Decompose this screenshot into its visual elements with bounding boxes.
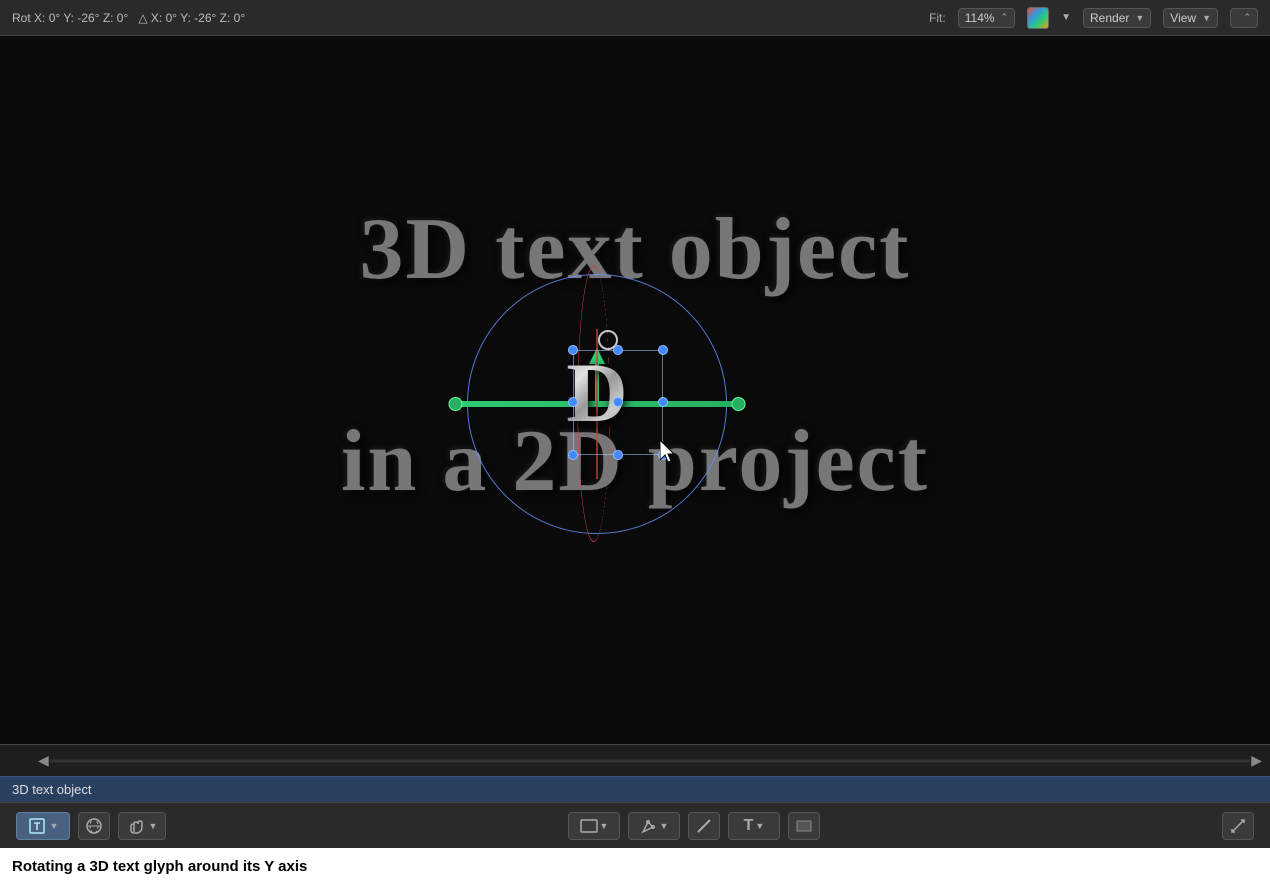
hand-tool-button[interactable]: ▼: [118, 812, 166, 840]
timeline-left-marker: ◀: [38, 752, 49, 769]
green-bar-left-handle[interactable]: [448, 397, 462, 411]
fit-chevron-icon: ⌃: [1001, 12, 1009, 23]
swatch-chevron-icon: ▼: [1061, 12, 1071, 23]
render-chevron-icon: ▼: [1135, 13, 1144, 23]
cursor: [660, 440, 680, 464]
fit-label: Fit:: [929, 11, 946, 25]
window-chevron-icon: ⌃: [1243, 12, 1251, 23]
caption: Rotating a 3D text glyph around its Y ax…: [0, 848, 1270, 884]
rotation-info: Rot X: 0° Y: -26° Z: 0° △ X: 0° Y: -26° …: [12, 11, 245, 25]
handle-top-mid[interactable]: [613, 345, 623, 355]
view-button[interactable]: View ▼: [1163, 8, 1218, 28]
type-tool-button[interactable]: T ▼: [728, 812, 780, 840]
handle-mid-center[interactable]: [613, 397, 623, 407]
resize-icon: [1229, 817, 1247, 835]
top-bar-right: Fit: 114% ⌃ ▼ Render ▼ View ▼ ⌃: [929, 7, 1258, 29]
pen-icon: [640, 817, 658, 835]
type-chevron-icon: ▼: [755, 821, 764, 831]
toolbar-center: ▼ ▼ T ▼: [568, 812, 820, 840]
handle-mid-left[interactable]: [568, 397, 578, 407]
layer-label: 3D text object: [12, 782, 92, 797]
window-button[interactable]: ⌃: [1230, 8, 1258, 28]
top-bar: Rot X: 0° Y: -26° Z: 0° △ X: 0° Y: -26° …: [0, 0, 1270, 36]
handle-top-left[interactable]: [568, 345, 578, 355]
color-swatch[interactable]: [1027, 7, 1049, 29]
top-bar-left: Rot X: 0° Y: -26° Z: 0° △ X: 0° Y: -26° …: [12, 11, 245, 25]
cursor-icon: [660, 440, 680, 464]
handle-bottom-mid[interactable]: [613, 450, 623, 460]
shape-icon: [580, 819, 598, 833]
caption-text: Rotating a 3D text glyph around its Y ax…: [12, 858, 307, 875]
fit-button[interactable]: 114% ⌃: [958, 8, 1015, 28]
pen-tool-button[interactable]: ▼: [628, 812, 680, 840]
green-bar-right-handle[interactable]: [731, 397, 745, 411]
hand-tool-chevron-icon: ▼: [149, 821, 158, 831]
main-area: 3D text object in a 2D project: [0, 36, 1270, 848]
shape-chevron-icon: ▼: [600, 821, 609, 831]
type-letter-icon: T: [744, 817, 754, 835]
label-bar: 3D text object: [0, 776, 1270, 802]
toolbar-left: ▼ ▼: [16, 812, 166, 840]
timeline-track[interactable]: [50, 759, 1250, 762]
object-overlay: D: [447, 254, 747, 554]
handle-top-right[interactable]: [658, 345, 668, 355]
render-button[interactable]: Render ▼: [1083, 8, 1151, 28]
rectangle-icon: [795, 819, 813, 833]
handle-mid-right[interactable]: [658, 397, 668, 407]
text-tool-chevron-icon: ▼: [50, 821, 59, 831]
text-cursor-icon: [28, 817, 46, 835]
view-chevron-icon: ▼: [1202, 13, 1211, 23]
3d-object-icon: [85, 817, 103, 835]
text-select-tool-button[interactable]: ▼: [16, 812, 70, 840]
viewport-wrapper: 3D text object in a 2D project: [0, 36, 1270, 744]
handle-bottom-left[interactable]: [568, 450, 578, 460]
toolbar-right: [1222, 812, 1254, 840]
rectangle-tool-button[interactable]: [788, 812, 820, 840]
timeline: ◀ ▶: [0, 744, 1270, 776]
pen-chevron-icon: ▼: [660, 821, 669, 831]
hand-icon: [127, 817, 145, 835]
transform-tool-button[interactable]: [1222, 812, 1254, 840]
bottom-toolbar: ▼ ▼: [0, 802, 1270, 848]
3d-object-tool-button[interactable]: [78, 812, 110, 840]
timeline-right-marker: ▶: [1251, 752, 1262, 769]
brush-tool-button[interactable]: [688, 812, 720, 840]
shape-tool-button[interactable]: ▼: [568, 812, 620, 840]
brush-icon: [695, 817, 713, 835]
